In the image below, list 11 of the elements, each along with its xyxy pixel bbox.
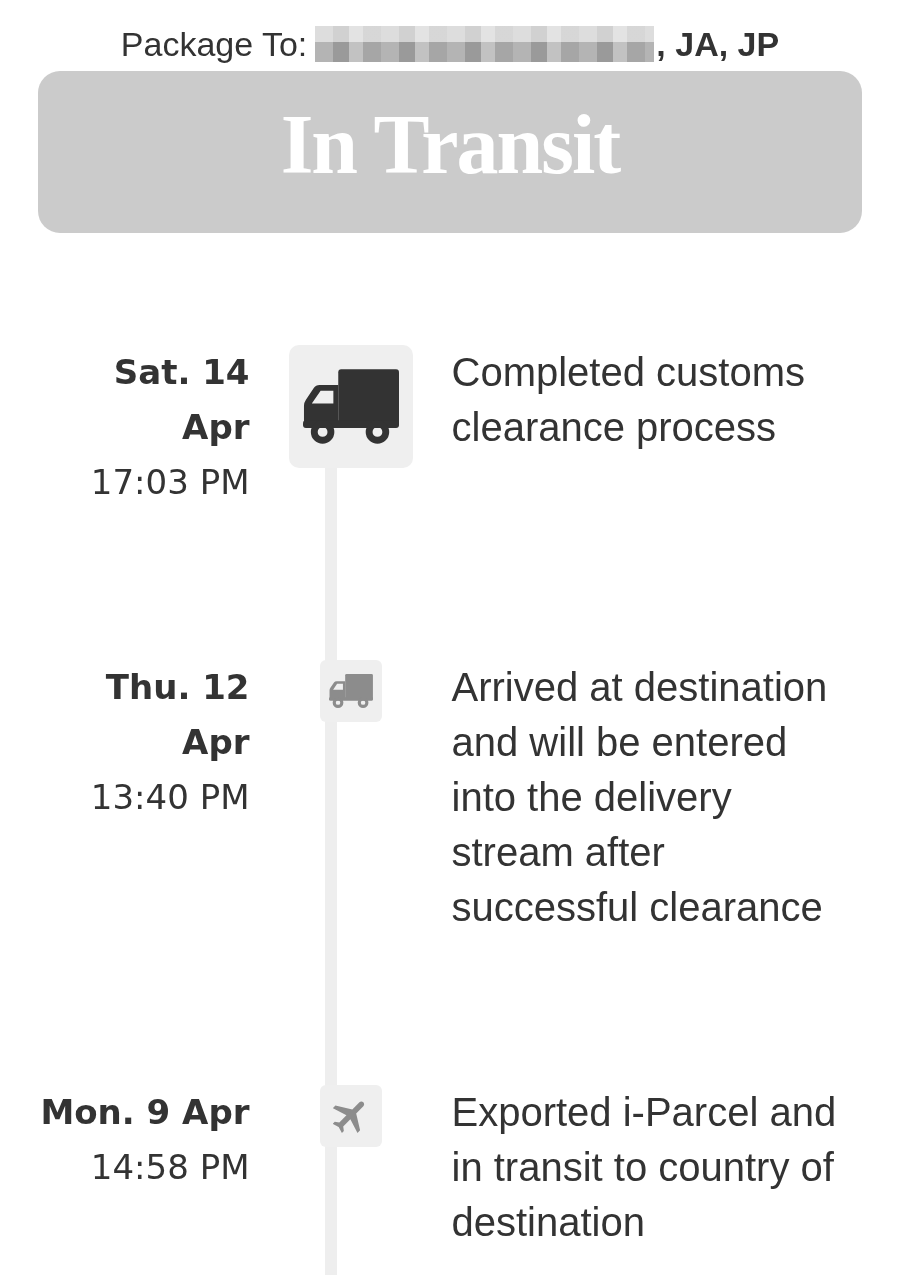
event-time: 14:58 PM [89, 1146, 250, 1189]
event-time: 17:03 PM [89, 461, 250, 504]
event-date: Mon. 9 Apr [39, 1091, 250, 1134]
event-time: 13:40 PM [89, 776, 250, 819]
package-to-label: Package To: [120, 24, 308, 64]
event-date: Sat. 14 Apr [112, 351, 250, 449]
event-description: Arrived at destination and will be entered into the delivery stream after successful clearance [451, 664, 829, 931]
event-description: Exported i-Parcel and in transit to country of destination [451, 1089, 838, 1246]
recipient-region: , JA, JP [656, 24, 780, 64]
event-description: Completed customs clearance process [451, 349, 806, 451]
event-date: Thu. 12 Apr [104, 666, 250, 764]
